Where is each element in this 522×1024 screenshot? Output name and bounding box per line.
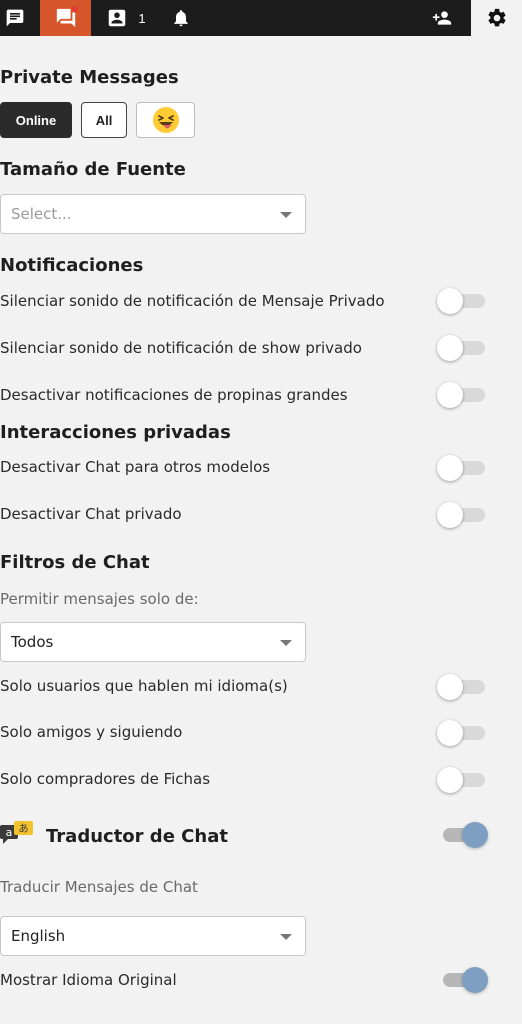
toggle-knob xyxy=(462,967,488,993)
toggle-knob xyxy=(437,767,463,793)
show-original-language-toggle[interactable] xyxy=(437,967,488,993)
toggle-knob xyxy=(437,288,463,314)
tab-private-messages[interactable] xyxy=(40,0,91,36)
font-size-select[interactable]: Select... xyxy=(0,194,306,234)
svg-text:a: a xyxy=(6,826,13,839)
notifications-title: Notificaciones xyxy=(0,255,144,276)
chevron-down-icon xyxy=(280,212,292,218)
show-original-language-label: Mostrar Idioma Original xyxy=(0,971,177,989)
allow-messages-select[interactable]: Todos xyxy=(0,622,306,662)
translate-messages-label: Traducir Mensajes de Chat xyxy=(0,878,198,896)
add-user-icon xyxy=(432,11,452,25)
contacts-count: 1 xyxy=(138,10,146,26)
mute-pm-sound-toggle[interactable] xyxy=(437,288,487,314)
chat-bubble-icon xyxy=(6,9,24,27)
toggle-knob xyxy=(437,502,463,528)
only-my-language-toggle[interactable] xyxy=(437,674,487,700)
font-size-title: Tamaño de Fuente xyxy=(0,159,186,180)
disable-big-tips-toggle[interactable] xyxy=(437,382,487,408)
only-friends-following-toggle[interactable] xyxy=(437,720,487,746)
private-interactions-title: Interacciones privadas xyxy=(0,422,231,443)
gear-icon xyxy=(487,8,506,27)
translation-language-select[interactable]: English xyxy=(0,916,306,956)
only-my-language-label: Solo usuarios que hablen mi idioma(s) xyxy=(0,677,288,695)
mute-pm-sound-label: Silenciar sonido de notificación de Mens… xyxy=(0,292,385,310)
allow-messages-value: Todos xyxy=(11,633,54,651)
only-token-buyers-label: Solo compradores de Fichas xyxy=(0,770,211,788)
chat-filters-title: Filtros de Chat xyxy=(0,552,150,573)
toggle-knob xyxy=(437,674,463,700)
font-size-select-placeholder: Select... xyxy=(11,205,72,223)
translation-language-value: English xyxy=(11,927,66,945)
toggle-knob xyxy=(437,335,463,361)
tab-settings[interactable] xyxy=(471,0,522,36)
grinning-squinting-tongue-emoji-icon xyxy=(152,107,179,133)
online-button[interactable]: Online xyxy=(0,102,72,138)
svg-text:あ: あ xyxy=(19,823,29,835)
tab-contacts[interactable]: 1 xyxy=(104,0,148,36)
top-nav-bar: 1 xyxy=(0,0,471,36)
private-messages-title: Private Messages xyxy=(0,67,179,88)
emoji-button[interactable] xyxy=(136,102,195,138)
toggle-knob xyxy=(437,720,463,746)
mute-private-show-sound-label: Silenciar sonido de notificación de show… xyxy=(0,339,362,357)
only-token-buyers-toggle[interactable] xyxy=(437,767,487,793)
tab-notifications[interactable] xyxy=(170,0,192,36)
disable-private-chat-label: Desactivar Chat privado xyxy=(0,505,182,523)
chevron-down-icon xyxy=(280,640,292,646)
chat-translator-title: Traductor de Chat xyxy=(46,826,228,847)
disable-private-chat-toggle[interactable] xyxy=(437,502,487,528)
mute-private-show-sound-toggle[interactable] xyxy=(437,335,487,361)
toggle-knob xyxy=(437,382,463,408)
unread-dot xyxy=(72,6,78,12)
translate-icon: a あ xyxy=(0,821,33,844)
disable-chat-other-models-toggle[interactable] xyxy=(437,455,487,481)
allow-messages-label: Permitir mensajes solo de: xyxy=(0,590,199,608)
chevron-down-icon xyxy=(280,934,292,940)
tab-chat[interactable] xyxy=(0,0,30,36)
toggle-knob xyxy=(462,822,488,848)
bell-icon xyxy=(174,10,188,27)
only-friends-following-label: Solo amigos y siguiendo xyxy=(0,723,183,741)
contacts-icon xyxy=(109,9,126,27)
tab-add-user[interactable] xyxy=(427,0,457,36)
all-button[interactable]: All xyxy=(81,102,127,138)
disable-chat-other-models-label: Desactivar Chat para otros modelos xyxy=(0,458,271,476)
chat-translator-toggle[interactable] xyxy=(437,822,488,848)
disable-big-tips-label: Desactivar notificaciones de propinas gr… xyxy=(0,386,348,404)
toggle-knob xyxy=(437,455,463,481)
